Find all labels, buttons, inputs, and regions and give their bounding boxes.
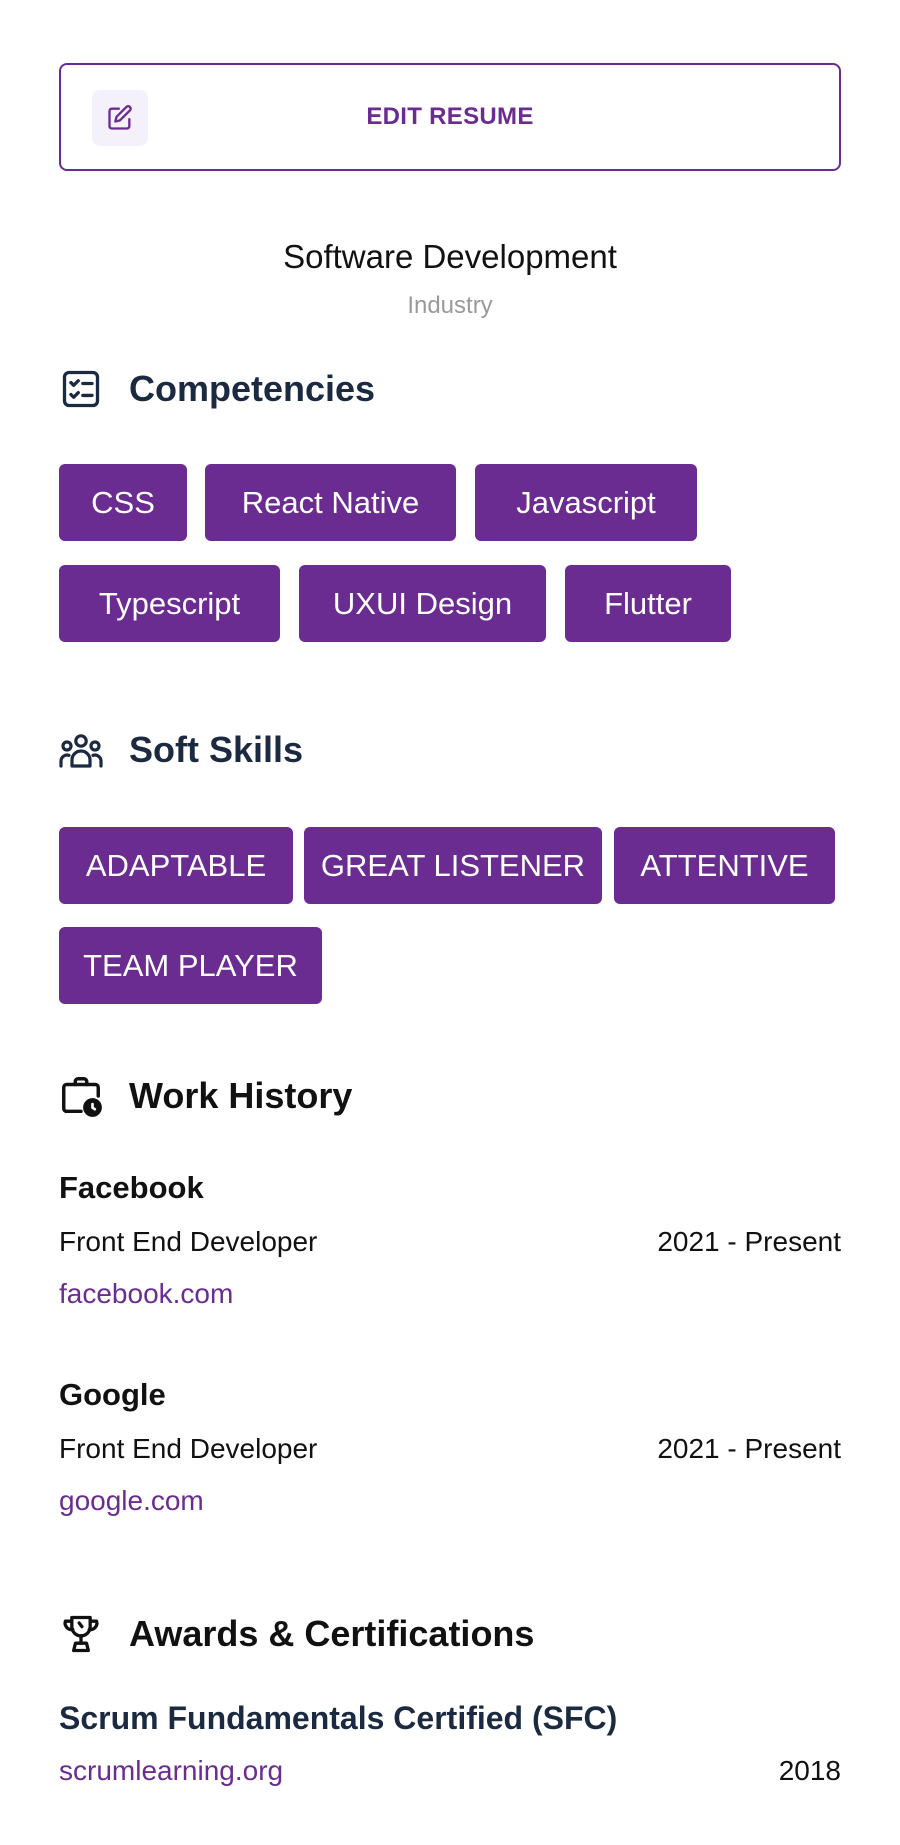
awards-title: Awards & Certifications bbox=[129, 1613, 535, 1654]
job-period: 2021 - Present bbox=[657, 1226, 841, 1257]
edit-resume-button[interactable]: EDIT RESUME bbox=[59, 63, 841, 171]
award-year: 2018 bbox=[778, 1755, 841, 1786]
job-link[interactable]: google.com bbox=[59, 1485, 204, 1517]
job-period: 2021 - Present bbox=[657, 1433, 841, 1464]
job-company: Facebook bbox=[59, 1170, 204, 1205]
competency-chip: Javascript bbox=[475, 464, 697, 541]
edit-resume-label: EDIT RESUME bbox=[366, 103, 534, 130]
competency-chip: Typescript bbox=[59, 565, 280, 642]
people-group-icon bbox=[57, 726, 105, 774]
competency-chip: CSS bbox=[59, 464, 187, 541]
competency-chip: Flutter bbox=[565, 565, 731, 642]
work-history-item: Google Front End Developer 2021 - Presen… bbox=[59, 1377, 841, 1517]
soft-skill-chip: ATTENTIVE bbox=[614, 827, 835, 904]
work-history-title: Work History bbox=[129, 1075, 353, 1116]
trophy-icon bbox=[57, 1610, 105, 1658]
job-company: Google bbox=[59, 1377, 166, 1412]
soft-skill-chip: ADAPTABLE bbox=[59, 827, 293, 904]
competency-chip: React Native bbox=[205, 464, 456, 541]
award-item: Scrum Fundamentals Certified (SFC) scrum… bbox=[59, 1700, 841, 1791]
soft-skills-title: Soft Skills bbox=[129, 729, 304, 770]
job-link[interactable]: facebook.com bbox=[59, 1278, 233, 1310]
industry-label: Industry bbox=[407, 292, 493, 319]
award-title: Scrum Fundamentals Certified (SFC) bbox=[59, 1700, 618, 1736]
work-history-header: Work History bbox=[57, 1071, 352, 1121]
competencies-title: Competencies bbox=[129, 368, 376, 409]
competency-chip: UXUI Design bbox=[299, 565, 546, 642]
soft-skills-header: Soft Skills bbox=[57, 725, 303, 775]
industry-value: Software Development bbox=[283, 238, 617, 275]
soft-skill-chip: GREAT LISTENER bbox=[304, 827, 602, 904]
job-role: Front End Developer bbox=[59, 1226, 318, 1257]
soft-skill-chip: TEAM PLAYER bbox=[59, 927, 322, 1004]
job-role: Front End Developer bbox=[59, 1433, 318, 1464]
awards-header: Awards & Certifications bbox=[57, 1609, 534, 1659]
checklist-icon bbox=[57, 365, 105, 413]
award-link[interactable]: scrumlearning.org bbox=[59, 1755, 283, 1787]
work-history-item: Facebook Front End Developer 2021 - Pres… bbox=[59, 1170, 841, 1310]
edit-icon bbox=[92, 90, 148, 146]
briefcase-clock-icon bbox=[57, 1072, 105, 1120]
competencies-header: Competencies bbox=[57, 364, 375, 414]
